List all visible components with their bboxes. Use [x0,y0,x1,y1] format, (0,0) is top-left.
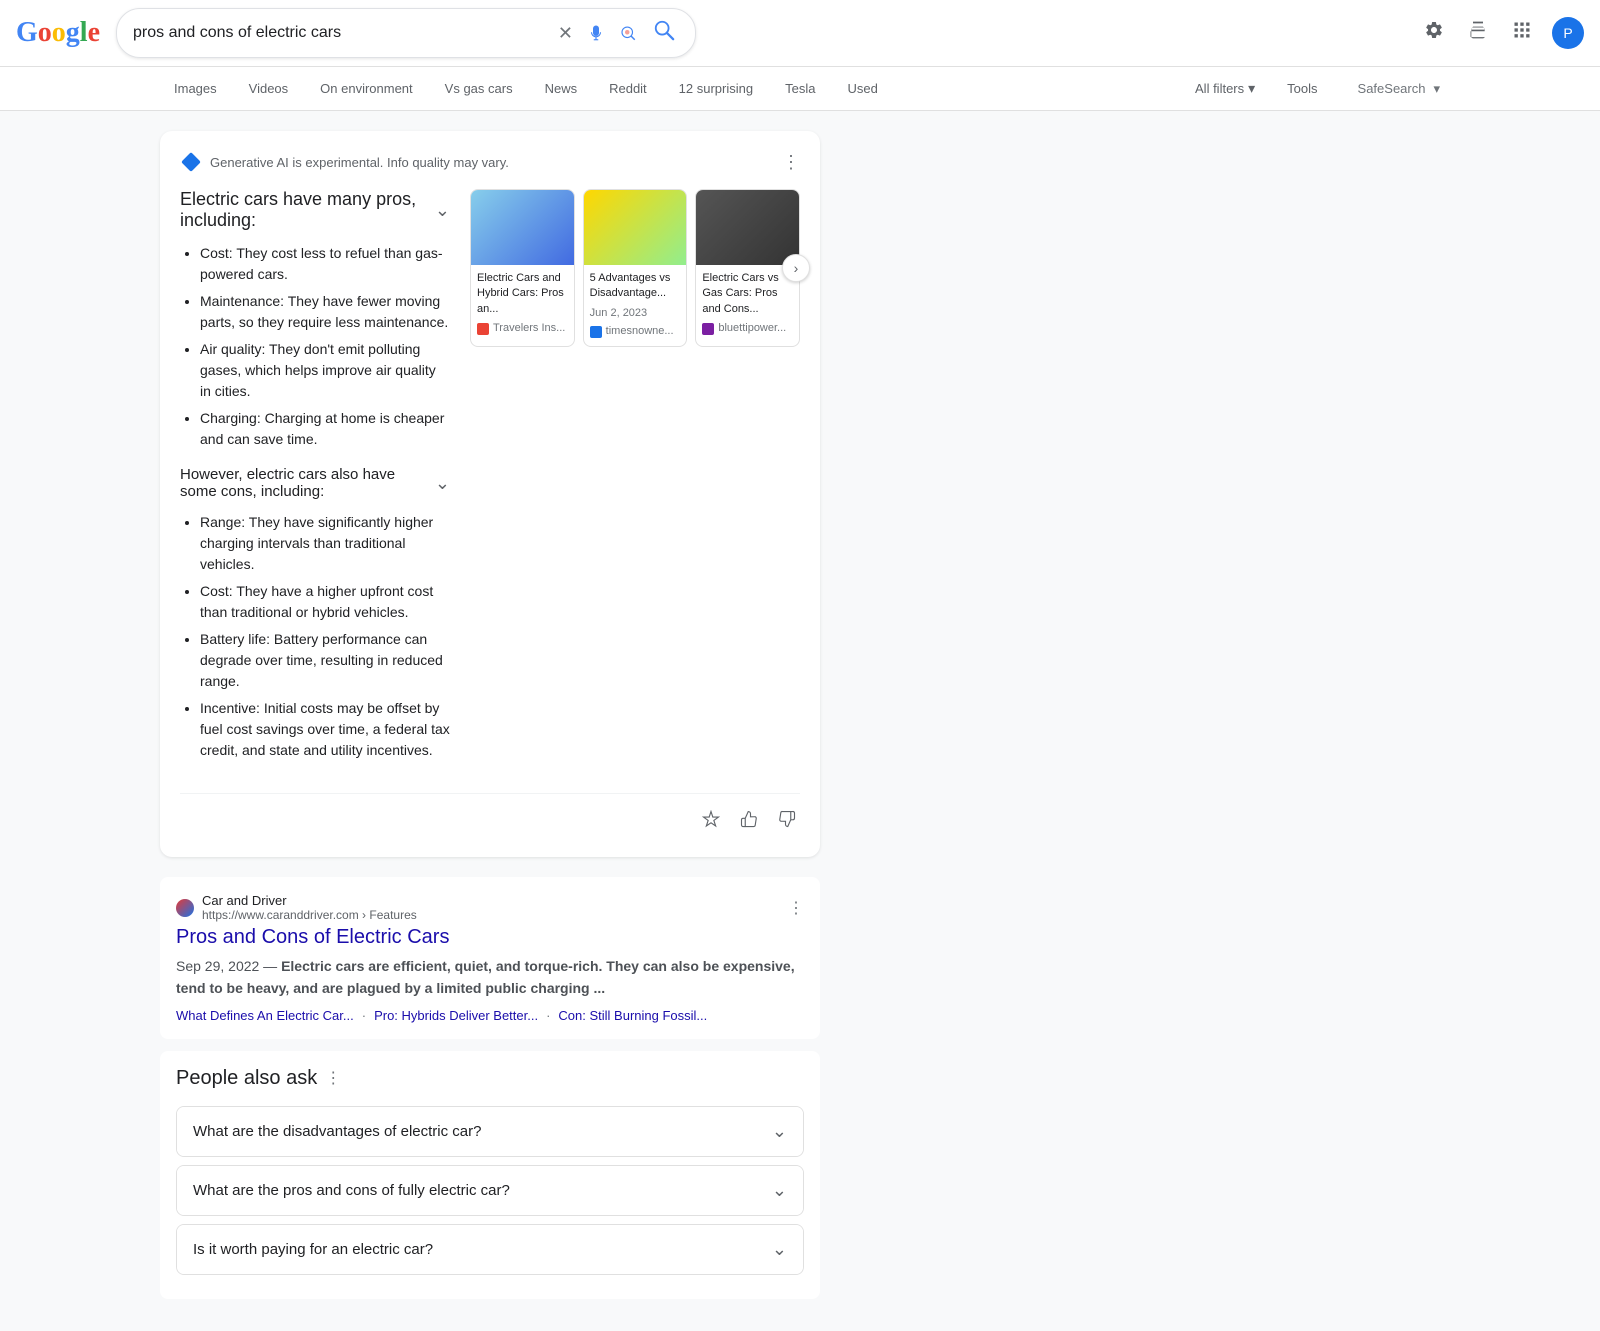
card-source-1: Travelers Ins... [477,321,568,336]
result-url: https://www.caranddriver.com › Features [202,908,417,922]
search-result-card: Car and Driver https://www.caranddriver.… [160,877,820,1039]
paa-chevron-1: ⌄ [772,1121,787,1142]
main-content: Generative AI is experimental. Info qual… [0,111,1600,1331]
ai-pros-list: Cost: They cost less to refuel than gas-… [180,243,450,450]
source-favicon-2 [590,326,602,338]
list-item: Charging: Charging at home is cheaper an… [200,408,450,450]
ai-footer [180,793,800,837]
paa-question-2[interactable]: What are the pros and cons of fully elec… [177,1166,803,1215]
list-item: Maintenance: They have fewer moving part… [200,291,450,333]
result-links: What Defines An Electric Car... · Pro: H… [176,1008,804,1023]
result-link-2[interactable]: Pro: Hybrids Deliver Better... [374,1008,538,1023]
ai-content: Electric cars have many pros, including:… [180,189,800,777]
paa-chevron-2: ⌄ [772,1180,787,1201]
left-column: Generative AI is experimental. Info qual… [160,131,820,1311]
paa-item-1: What are the disadvantages of electric c… [176,1106,804,1157]
pros-expand-icon[interactable]: ⌄ [435,200,450,221]
safesearch-link[interactable]: SafeSearch [1358,81,1426,96]
safesearch-arrow: ▾ [1433,81,1440,97]
header-right: P [1420,16,1584,50]
avatar[interactable]: P [1552,17,1584,49]
ai-header: Generative AI is experimental. Info qual… [180,151,800,173]
image-placeholder-3 [696,190,800,265]
ai-pros-title: Electric cars have many pros, including:… [180,189,450,231]
source-favicon-3 [702,323,714,335]
result-more-button[interactable]: ⋮ [788,898,804,918]
apps-button[interactable] [1508,16,1536,50]
list-item: Air quality: They don't emit polluting g… [200,339,450,402]
search-input[interactable] [133,24,556,42]
nav-right: All filters ▾ Tools SafeSearch ▾ [1183,72,1440,105]
ai-answer-box: Generative AI is experimental. Info qual… [160,131,820,857]
paa-title: People also ask [176,1067,317,1090]
ai-diamond-icon [180,151,202,173]
settings-button[interactable] [1420,16,1448,50]
tab-videos[interactable]: Videos [235,71,303,106]
image-cards-row: Electric Cars and Hybrid Cars: Pros an..… [470,189,800,347]
google-logo[interactable]: Google [16,17,100,49]
clear-button[interactable]: ✕ [556,21,575,46]
result-link-1[interactable]: What Defines An Electric Car... [176,1008,354,1023]
tab-vs-gas-cars[interactable]: Vs gas cars [431,71,527,106]
card-source-2: timesnowne... [590,324,681,339]
tab-reddit[interactable]: Reddit [595,71,661,106]
header: Google ✕ [0,0,1600,67]
people-also-ask-section: People also ask ⋮ What are the disadvant… [160,1051,820,1299]
paa-item-2: What are the pros and cons of fully elec… [176,1165,804,1216]
image-carousel: Electric Cars and Hybrid Cars: Pros an..… [470,189,800,347]
card-title-1: Electric Cars and Hybrid Cars: Pros an..… [477,271,568,317]
card-title-2: 5 Advantages vs Disadvantage... [590,271,681,302]
ai-cons-title: However, electric cars also have some co… [180,466,450,500]
ai-cons-list: Range: They have significantly higher ch… [180,512,450,761]
ai-note-button[interactable] [698,806,724,837]
list-item: Range: They have significantly higher ch… [200,512,450,575]
tab-tesla[interactable]: Tesla [771,71,829,106]
carousel-next-button[interactable]: › [782,254,810,282]
result-snippet: Sep 29, 2022 — Electric cars are efficie… [176,955,804,1000]
result-favicon [176,899,194,917]
source-favicon-1 [477,323,489,335]
list-item: Cost: They have a higher upfront cost th… [200,581,450,623]
card-source-3: bluettipower... [702,321,793,336]
tab-on-environment[interactable]: On environment [306,71,427,106]
ai-thumbsdown-button[interactable] [774,806,800,837]
paa-header: People also ask ⋮ [176,1067,804,1090]
ai-thumbsup-button[interactable] [736,806,762,837]
result-source: Car and Driver https://www.caranddriver.… [176,893,804,922]
voice-search-button[interactable] [585,22,607,44]
tab-news[interactable]: News [531,71,592,106]
all-filters-button[interactable]: All filters ▾ [1183,72,1267,105]
image-search-button[interactable] [617,22,639,44]
image-card-2[interactable]: 5 Advantages vs Disadvantage... Jun 2, 2… [583,189,688,347]
tools-button[interactable]: Tools [1275,73,1329,104]
paa-more-button[interactable]: ⋮ [325,1068,341,1088]
image-placeholder-2 [584,190,688,265]
paa-question-3[interactable]: Is it worth paying for an electric car? … [177,1225,803,1274]
list-item: Battery life: Battery performance can de… [200,629,450,692]
tab-images[interactable]: Images [160,71,231,106]
cons-expand-icon[interactable]: ⌄ [435,473,450,494]
search-button[interactable] [649,17,679,49]
tab-used[interactable]: Used [833,71,891,106]
result-title-link[interactable]: Pros and Cons of Electric Cars [176,926,804,949]
list-item: Incentive: Initial costs may be offset b… [200,698,450,761]
card-date-2: Jun 2, 2023 [590,306,681,321]
ai-disclaimer: Generative AI is experimental. Info qual… [210,155,509,170]
paa-item-3: Is it worth paying for an electric car? … [176,1224,804,1275]
ai-text: Electric cars have many pros, including:… [180,189,450,777]
result-link-3[interactable]: Con: Still Burning Fossil... [558,1008,707,1023]
ai-images-panel: Electric Cars and Hybrid Cars: Pros an..… [470,189,800,777]
tab-12-surprising[interactable]: 12 surprising [665,71,767,106]
result-site-name: Car and Driver [202,893,417,908]
search-bar: ✕ [116,8,696,58]
paa-chevron-3: ⌄ [772,1239,787,1260]
labs-button[interactable] [1464,16,1492,50]
nav-tabs: Images Videos On environment Vs gas cars… [0,67,1600,111]
image-placeholder-1 [471,190,575,265]
paa-question-1[interactable]: What are the disadvantages of electric c… [177,1107,803,1156]
ai-more-button[interactable]: ⋮ [782,152,800,173]
list-item: Cost: They cost less to refuel than gas-… [200,243,450,285]
image-card-1[interactable]: Electric Cars and Hybrid Cars: Pros an..… [470,189,575,347]
card-title-3: Electric Cars vs Gas Cars: Pros and Cons… [702,271,793,317]
